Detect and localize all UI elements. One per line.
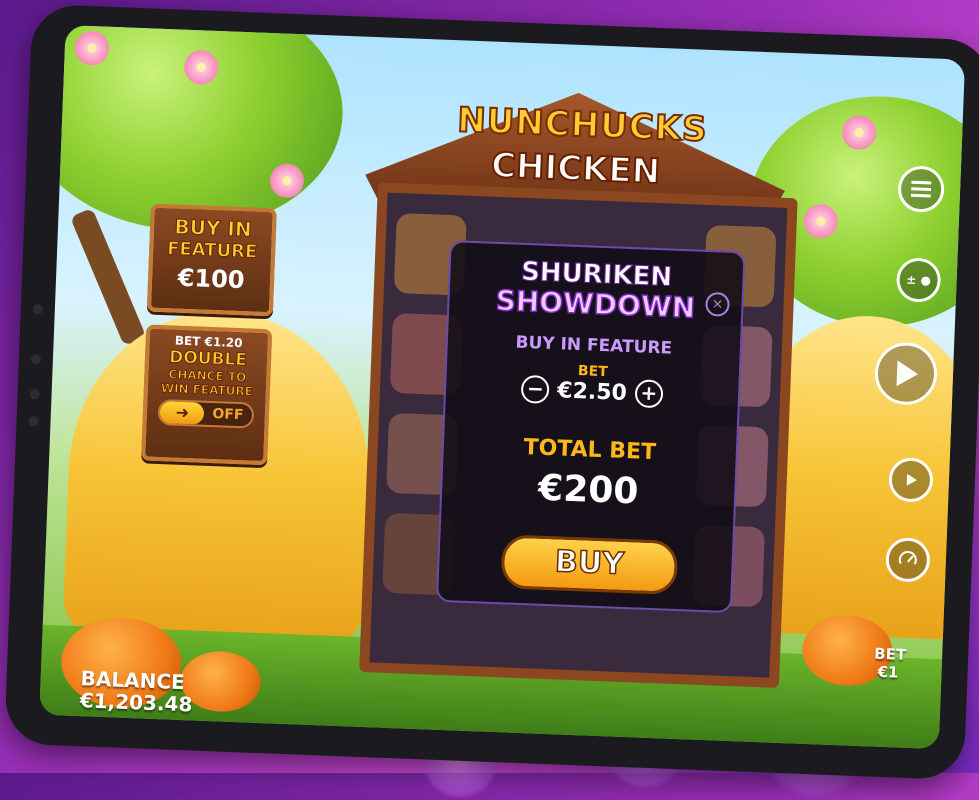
tablet-device: NUNCHUCKS CHICKEN BUY IN FEATURE €100 BE… xyxy=(4,3,979,781)
balance-value: €1,203.48 xyxy=(79,688,193,717)
play-icon xyxy=(896,360,918,387)
tablet-sensor xyxy=(28,416,39,427)
bet-value: €1 xyxy=(877,662,899,682)
game-logo-bottom: CHICKEN xyxy=(489,145,661,193)
buy-feature-title: FEATURE xyxy=(166,238,258,263)
minus-icon[interactable]: − xyxy=(520,374,550,404)
double-chance-panel: BET €1.20 DOUBLE CHANCE TO WIN FEATURE ➜… xyxy=(141,324,273,466)
total-bet-label: TOTAL BET xyxy=(523,435,657,466)
buy-feature-modal: SHURIKEN SHOWDOWN × BUY IN FEATURE BET −… xyxy=(435,240,746,614)
bet-label: BET xyxy=(873,644,907,664)
autoplay-icon xyxy=(906,473,917,486)
toggle-state: OFF xyxy=(212,406,244,424)
tablet-camera xyxy=(32,304,44,315)
tablet-sensor xyxy=(30,354,42,365)
menu-icon xyxy=(910,180,932,198)
plus-icon[interactable]: + xyxy=(634,379,664,409)
tablet-sensor xyxy=(29,389,40,400)
total-bet-value: €200 xyxy=(537,467,640,513)
buy-feature-price: €100 xyxy=(177,263,246,295)
bet-value: €2.50 xyxy=(556,377,628,406)
double-chance-toggle[interactable]: ➜ OFF xyxy=(157,398,254,429)
buy-button[interactable]: BUY xyxy=(500,534,679,595)
speedometer-icon xyxy=(898,551,917,565)
modal-subtitle: BUY IN FEATURE xyxy=(515,332,673,359)
tree-trunk xyxy=(69,207,147,347)
game-screen: NUNCHUCKS CHICKEN BUY IN FEATURE €100 BE… xyxy=(39,25,966,750)
arrow-icon: ➜ xyxy=(160,401,205,425)
buy-feature-button[interactable]: BUY IN FEATURE €100 xyxy=(146,203,277,317)
